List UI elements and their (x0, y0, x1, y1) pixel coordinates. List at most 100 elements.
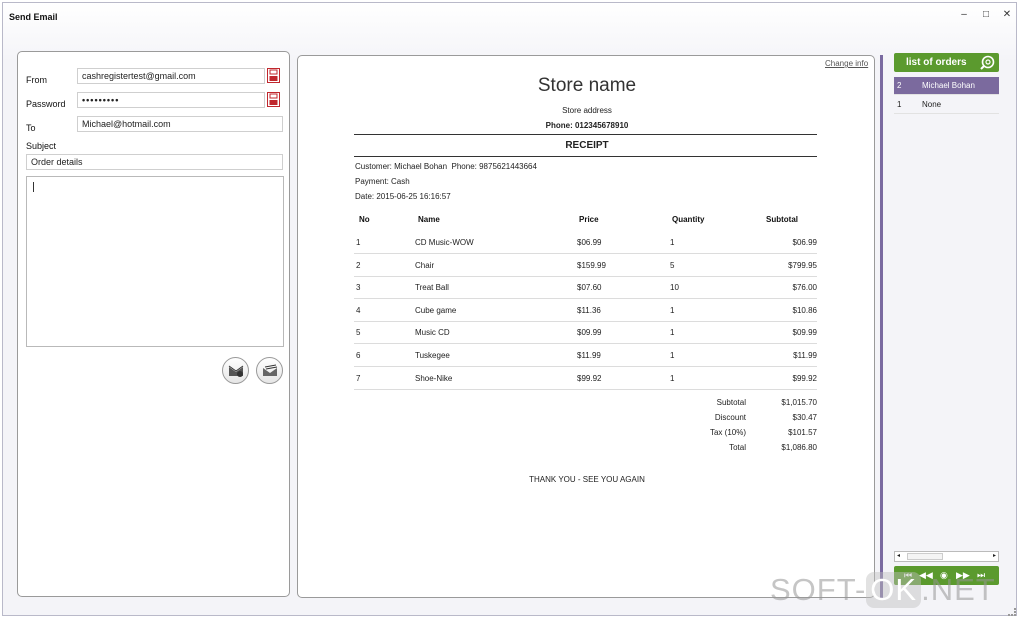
minimize-button[interactable]: – (955, 7, 973, 23)
item-name: Treat Ball (415, 283, 449, 292)
send-mail-icon (228, 365, 244, 377)
item-price: $07.60 (577, 283, 602, 292)
receipt-panel: Change info Store name Store address Pho… (297, 55, 875, 598)
password-label: Password (26, 99, 66, 109)
item-name: Cube game (415, 306, 457, 315)
row-divider (354, 366, 817, 367)
orders-splitter[interactable] (880, 55, 883, 598)
divider (354, 156, 817, 157)
payment-label: Payment: (355, 177, 389, 186)
item-no: 7 (356, 374, 361, 383)
customer-phone-label: Phone: (451, 162, 477, 171)
row-divider (354, 298, 817, 299)
item-subtotal: $11.99 (793, 351, 817, 360)
order-row[interactable]: 1 None (894, 96, 999, 114)
item-quantity: 1 (670, 306, 675, 315)
orders-horizontal-scrollbar[interactable]: ◂ ▸ (894, 551, 999, 562)
date-label: Date: (355, 192, 375, 201)
subject-label: Subject (26, 141, 57, 151)
save-from-icon[interactable] (267, 68, 280, 83)
save-password-icon[interactable] (267, 92, 280, 107)
email-form-panel: From cashregistertest@gmail.com Password… (17, 51, 290, 597)
item-quantity: 1 (670, 328, 675, 337)
from-field[interactable]: cashregistertest@gmail.com (77, 68, 265, 84)
password-field[interactable]: ••••••••• (77, 92, 265, 108)
row-divider (354, 321, 817, 322)
item-subtotal: $99.92 (792, 374, 817, 383)
payment-value: Cash (391, 177, 410, 186)
scroll-right-icon[interactable]: ▸ (993, 552, 996, 559)
item-name: CD Music-WOW (415, 238, 474, 247)
scroll-left-icon[interactable]: ◂ (897, 552, 900, 559)
item-price: $99.92 (577, 374, 602, 383)
item-subtotal: $09.99 (792, 328, 817, 337)
totals-tax-value: $101.57 (788, 428, 817, 437)
title-bar: Send Email – □ ✕ (3, 3, 1016, 31)
receipt-title: RECEIPT (565, 140, 609, 151)
from-label: From (26, 75, 47, 85)
column-header-name: Name (418, 215, 440, 224)
row-divider (354, 389, 817, 390)
text-caret (33, 182, 34, 192)
subject-field[interactable]: Order details (26, 154, 283, 170)
search-icon[interactable] (980, 55, 995, 70)
customer-label: Customer: (355, 162, 392, 171)
maximize-button[interactable]: □ (977, 7, 995, 23)
item-quantity: 5 (670, 261, 675, 270)
item-no: 4 (356, 306, 361, 315)
item-no: 2 (356, 261, 361, 270)
item-price: $06.99 (577, 238, 602, 247)
attach-email-button[interactable] (256, 357, 283, 384)
item-price: $159.99 (577, 261, 606, 270)
watermark-left: SOFT- (770, 572, 867, 607)
column-header-subtotal: Subtotal (766, 215, 798, 224)
totals-tax-label: Tax (10%) (709, 428, 746, 437)
order-no: 2 (897, 81, 902, 90)
item-no: 5 (356, 328, 361, 337)
email-body-textarea[interactable] (26, 176, 284, 347)
item-subtotal: $10.86 (792, 306, 817, 315)
item-name: Shoe-Nike (415, 374, 453, 383)
to-field[interactable]: Michael@hotmail.com (77, 116, 283, 132)
item-no: 3 (356, 283, 361, 292)
scroll-thumb[interactable] (907, 553, 943, 560)
send-email-button[interactable] (222, 357, 249, 384)
item-no: 6 (356, 351, 361, 360)
item-quantity: 1 (670, 374, 675, 383)
item-price: $11.99 (577, 351, 601, 360)
item-quantity: 10 (670, 283, 679, 292)
watermark-right: .NET (921, 572, 996, 607)
item-quantity: 1 (670, 238, 675, 247)
order-customer: Michael Bohan (922, 81, 975, 90)
item-name: Chair (415, 261, 435, 270)
totals-total-value: $1,086.80 (781, 443, 817, 452)
date-value: 2015-06-25 16:16:57 (376, 192, 451, 201)
totals-subtotal-value: $1,015.70 (781, 398, 817, 407)
orders-header: list of orders (894, 53, 999, 72)
order-no: 1 (897, 100, 902, 109)
resize-grip-icon[interactable] (1008, 608, 1016, 616)
mail-settings-icon (263, 364, 278, 376)
order-row-selected[interactable]: 2 Michael Bohan (894, 77, 999, 95)
watermark-ok: OK (866, 572, 922, 608)
totals-discount-value: $30.47 (792, 413, 817, 422)
order-customer: None (922, 100, 942, 109)
close-button[interactable]: ✕ (998, 7, 1016, 23)
totals-total-label: Total (729, 443, 746, 452)
row-divider (354, 276, 817, 277)
change-info-link[interactable]: Change info (825, 59, 868, 68)
window-title: Send Email (9, 12, 58, 22)
item-price: $11.36 (577, 306, 601, 315)
store-name: Store name (537, 75, 637, 96)
item-name: Music CD (415, 328, 450, 337)
payment-info: Payment: Cash (355, 177, 410, 186)
row-divider (354, 343, 817, 344)
totals-subtotal-label: Subtotal (716, 398, 746, 407)
store-phone: Phone: 012345678910 (545, 121, 629, 130)
to-label: To (26, 123, 36, 133)
customer-info: Customer: Michael Bohan Phone: 987562144… (355, 162, 537, 171)
column-header-quantity: Quantity (672, 215, 705, 224)
item-no: 1 (356, 238, 361, 247)
item-subtotal: $06.99 (792, 238, 817, 247)
receipt-footer: THANK YOU - SEE YOU AGAIN (529, 475, 645, 484)
